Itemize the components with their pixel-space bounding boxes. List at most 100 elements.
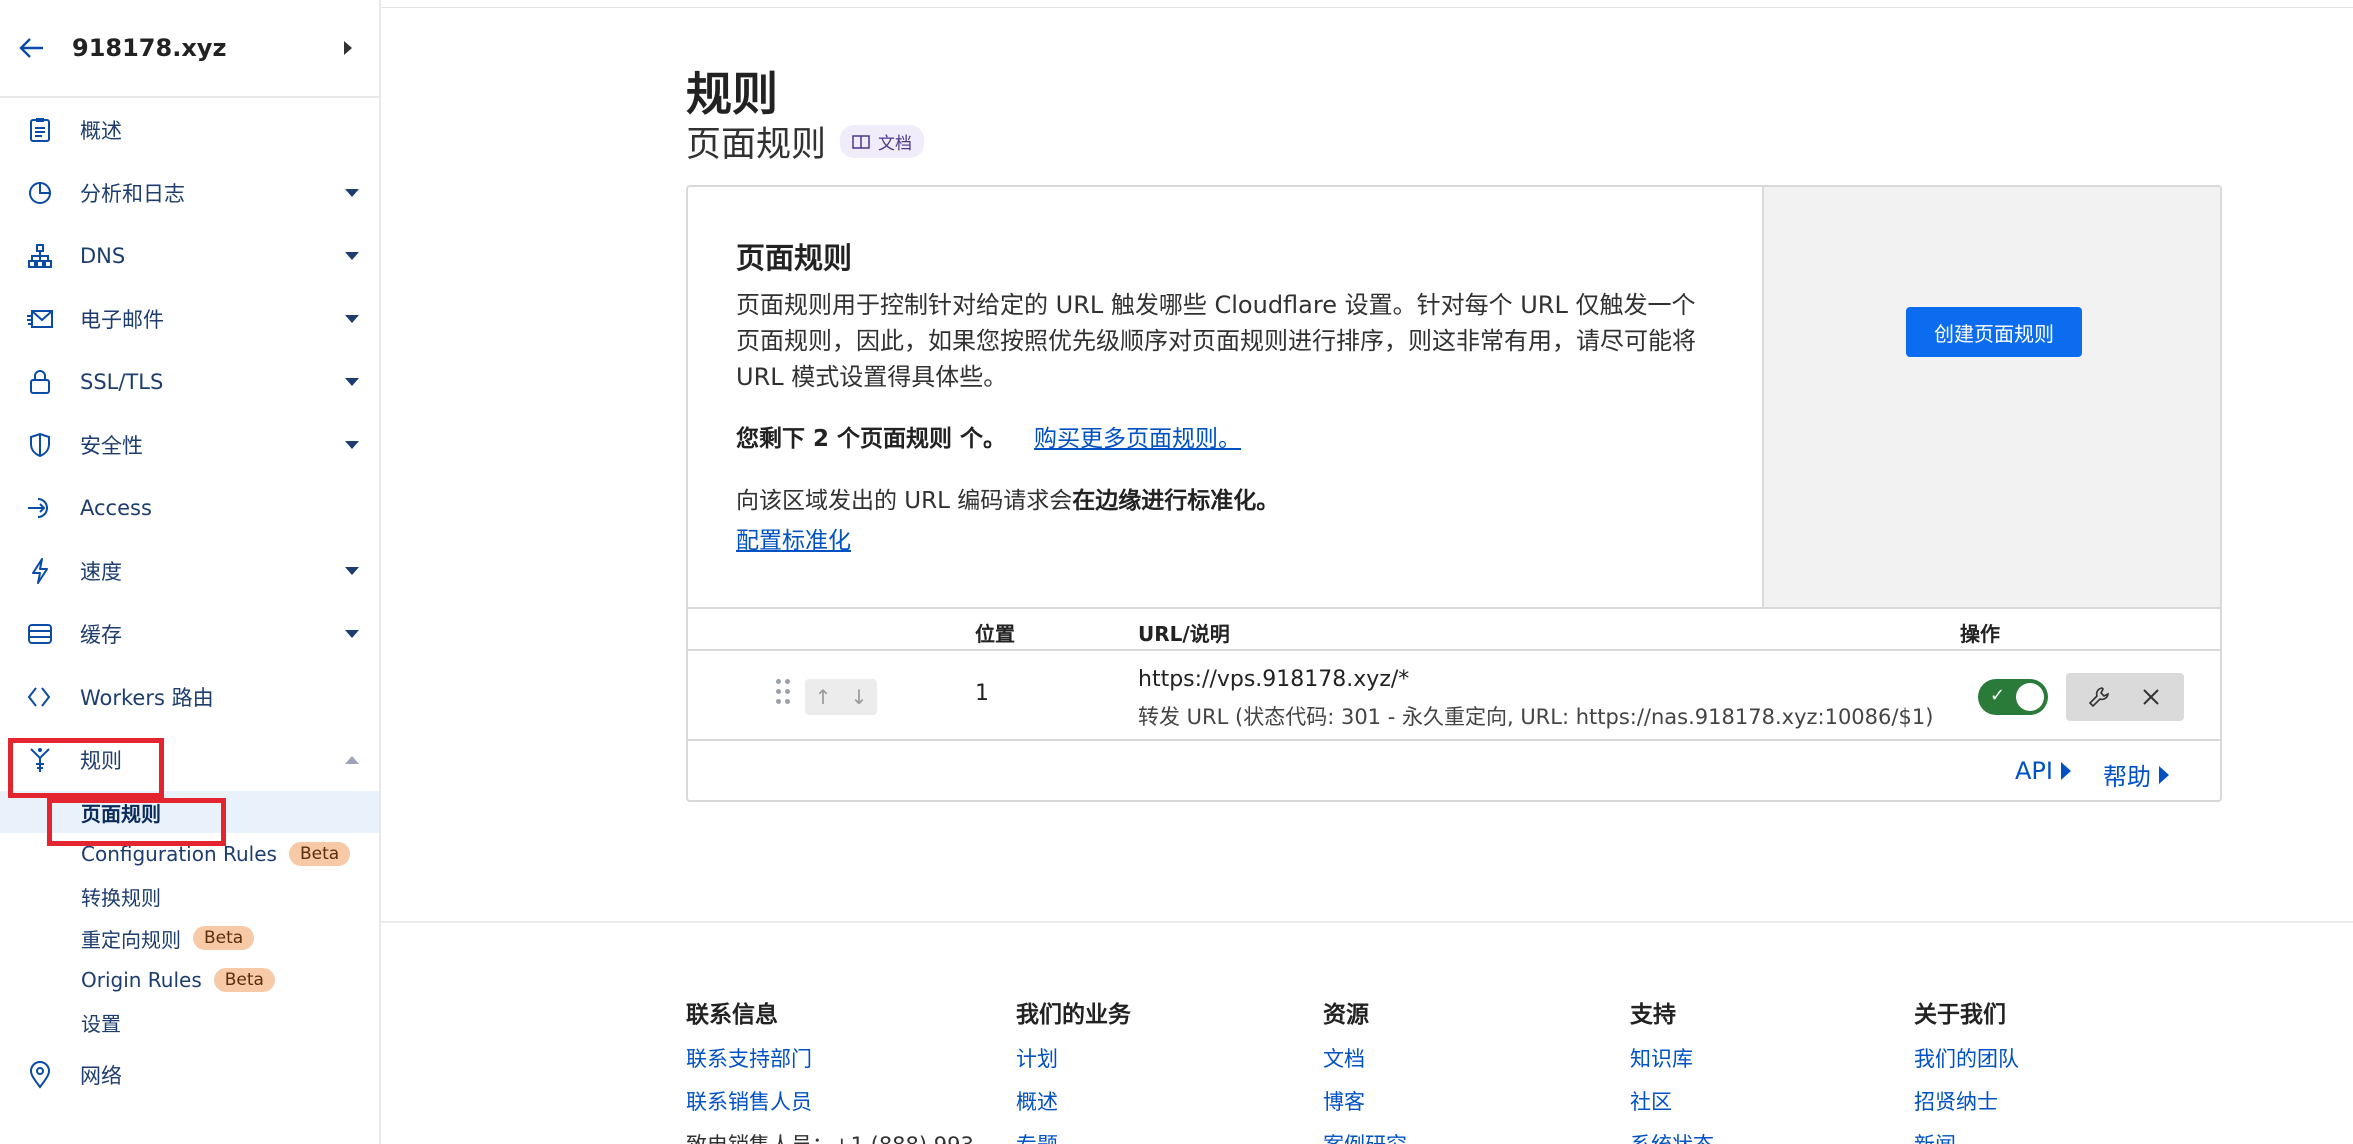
move-down-icon[interactable]: ↓ <box>841 679 877 715</box>
footer-link[interactable]: 概述 <box>1016 1086 1131 1129</box>
lock-icon <box>26 368 54 396</box>
sidebar-subitem-redirect-rules[interactable]: 重定向规则 Beta <box>0 917 379 959</box>
lightning-icon <box>26 557 54 585</box>
chevron-down-icon <box>345 629 359 638</box>
sidebar-item-rules[interactable]: 规则 <box>0 728 379 791</box>
footer-link[interactable]: 招贤纳士 <box>1914 1086 2019 1129</box>
footer-column-title: 我们的业务 <box>1016 1002 1131 1028</box>
sidebar-item-workers-routes[interactable]: Workers 路由 <box>0 665 379 728</box>
chart-pie-icon <box>26 179 54 207</box>
footer-link[interactable]: 文档 <box>1323 1043 1407 1086</box>
book-icon <box>852 134 870 149</box>
footer-column-title: 关于我们 <box>1914 1002 2006 1028</box>
footer-column-business: 我们的业务 计划 概述 专题 <box>1016 995 1131 1144</box>
triangle-right-icon <box>2060 762 2071 780</box>
wrench-icon <box>2088 687 2109 708</box>
site-name[interactable]: 918178.xyz <box>72 34 341 62</box>
page-title: 规则 <box>686 67 778 121</box>
page-subtitle: 页面规则 <box>686 125 827 165</box>
footer-link[interactable]: 系统状态 <box>1630 1129 1714 1144</box>
buy-more-link[interactable]: 购买更多页面规则。 <box>1034 426 1241 452</box>
column-header-position: 位置 <box>975 622 1015 646</box>
footer-column-title: 联系信息 <box>686 1002 778 1028</box>
sidebar-item-network[interactable]: 网络 <box>0 1043 379 1106</box>
chevron-right-icon[interactable] <box>341 41 355 55</box>
sidebar-item-dns[interactable]: DNS <box>0 224 379 287</box>
toggle-knob <box>2016 683 2044 711</box>
sidebar-item-overview[interactable]: 概述 <box>0 98 379 161</box>
sidebar-subitem-label: 转换规则 <box>81 885 161 910</box>
check-icon: ✓ <box>1990 685 2006 706</box>
footer-link[interactable]: 知识库 <box>1630 1043 1714 1086</box>
sidebar-nav: 概述 分析和日志 DNS 电子邮件 SSL/TLS 安全性 Access 速度 … <box>0 98 379 1106</box>
chevron-down-icon <box>345 251 359 260</box>
footer-link[interactable]: 社区 <box>1630 1086 1714 1129</box>
sidebar-item-label: Access <box>80 495 152 520</box>
sidebar-subitem-origin-rules[interactable]: Origin Rules Beta <box>0 959 379 1001</box>
normalize-bold: 在边缘进行标准化。 <box>1072 488 1280 514</box>
footer-link[interactable]: 联系支持部门 <box>686 1043 974 1086</box>
workers-icon <box>26 683 54 711</box>
sidebar-item-label: 网络 <box>80 1063 122 1088</box>
footer-link[interactable]: 博客 <box>1323 1086 1407 1129</box>
footer-column-resources: 资源 文档 博客 案例研究 <box>1323 995 1407 1144</box>
chevron-down-icon <box>345 377 359 386</box>
delete-rule-button[interactable] <box>2118 673 2184 721</box>
api-link[interactable]: API <box>2015 757 2071 785</box>
card-footer: API 帮助 <box>688 743 2220 801</box>
sidebar-item-label: 速度 <box>80 559 122 584</box>
sidebar-subitem-label: Origin Rules <box>81 968 202 992</box>
sidebar-subitem-settings[interactable]: 设置 <box>0 1001 379 1043</box>
card-description: 页面规则用于控制针对给定的 URL 触发哪些 Cloudflare 设置。针对每… <box>736 291 1696 391</box>
footer-link[interactable]: 致电销售人员：+1 (888) 993 <box>686 1129 974 1144</box>
drag-handle-icon[interactable] <box>776 679 792 711</box>
sidebar-item-speed[interactable]: 速度 <box>0 539 379 602</box>
rule-description: 转发 URL (状态代码: 301 - 永久重定向, URL: https://… <box>1138 705 1934 729</box>
configure-normalization-link[interactable]: 配置标准化 <box>736 521 851 555</box>
footer-link[interactable]: 计划 <box>1016 1043 1131 1086</box>
table-header: 位置 URL/说明 操作 <box>688 607 2220 651</box>
sidebar-subitem-page-rules[interactable]: 页面规则 <box>0 791 379 833</box>
footer-link[interactable]: 联系销售人员 <box>686 1086 974 1129</box>
move-up-icon[interactable]: ↑ <box>805 679 841 715</box>
top-divider <box>381 0 2353 8</box>
sidebar-item-security[interactable]: 安全性 <box>0 413 379 476</box>
sidebar-item-label: DNS <box>80 243 126 268</box>
sidebar-subitem-label: 设置 <box>81 1011 121 1036</box>
sidebar-subitem-configuration-rules[interactable]: Configuration Rules Beta <box>0 833 379 875</box>
sidebar-item-cache[interactable]: 缓存 <box>0 602 379 665</box>
sidebar-item-label: SSL/TLS <box>80 369 164 394</box>
sidebar-subitem-transform-rules[interactable]: 转换规则 <box>0 875 379 917</box>
chevron-up-icon <box>345 755 359 764</box>
chevron-down-icon <box>345 188 359 197</box>
api-link-label: API <box>2015 757 2053 785</box>
footer-link[interactable]: 专题 <box>1016 1129 1131 1144</box>
help-link[interactable]: 帮助 <box>2103 757 2169 792</box>
footer-link[interactable]: 我们的团队 <box>1914 1043 2019 1086</box>
rules-icon <box>26 746 54 774</box>
reorder-buttons: ↑ ↓ <box>805 679 877 715</box>
footer-divider <box>381 921 2353 923</box>
sidebar-item-access[interactable]: Access <box>0 476 379 539</box>
normalize-prefix: 向该区域发出的 URL 编码请求会 <box>736 488 1073 514</box>
create-page-rule-button[interactable]: 创建页面规则 <box>1906 307 2082 357</box>
rule-url: https://vps.918178.xyz/* <box>1138 667 1410 692</box>
footer-link[interactable]: 新闻 <box>1914 1129 2019 1144</box>
sidebar-item-email[interactable]: 电子邮件 <box>0 287 379 350</box>
footer-column-contact: 联系信息 联系支持部门 联系销售人员 致电销售人员：+1 (888) 993 <box>686 995 974 1144</box>
column-header-actions: 操作 <box>1960 622 2000 646</box>
card-info: 页面规则 页面规则用于控制针对给定的 URL 触发哪些 Cloudflare 设… <box>688 187 1762 607</box>
page-rules-card: 页面规则 页面规则用于控制针对给定的 URL 触发哪些 Cloudflare 设… <box>686 185 2222 802</box>
sidebar-item-analytics[interactable]: 分析和日志 <box>0 161 379 224</box>
footer-column-about: 关于我们 我们的团队 招贤纳士 新闻 <box>1914 995 2019 1144</box>
footer-link[interactable]: 案例研究 <box>1323 1129 1407 1144</box>
back-arrow-icon[interactable] <box>18 34 46 62</box>
card-title: 页面规则 <box>736 241 853 275</box>
sidebar-item-ssl-tls[interactable]: SSL/TLS <box>0 350 379 413</box>
sidebar-item-label: 电子邮件 <box>80 307 164 332</box>
rules-submenu: 页面规则 Configuration Rules Beta 转换规则 重定向规则… <box>0 791 379 1043</box>
sidebar-item-label: 缓存 <box>80 622 122 647</box>
docs-badge[interactable]: 文档 <box>840 125 925 158</box>
sidebar-item-label: Workers 路由 <box>80 685 214 710</box>
rule-enabled-toggle[interactable]: ✓ <box>1978 679 2048 715</box>
